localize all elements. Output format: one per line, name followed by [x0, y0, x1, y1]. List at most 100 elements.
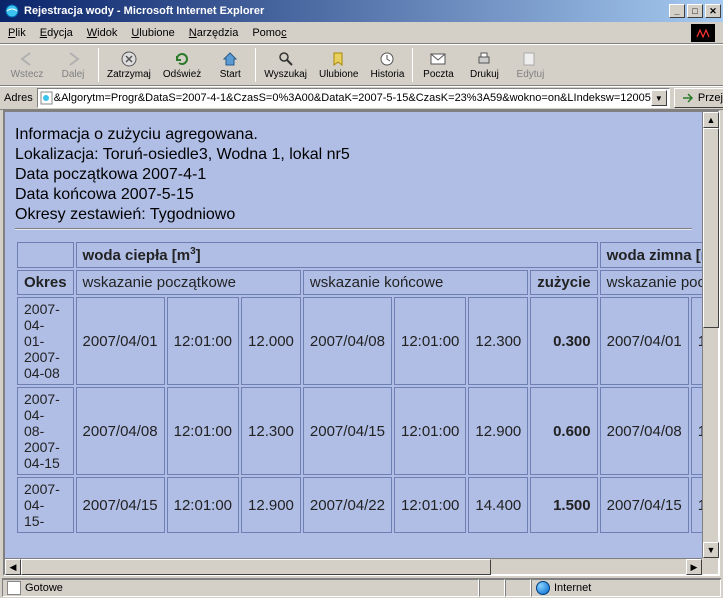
- favorites-button[interactable]: Ulubione: [313, 45, 364, 85]
- menu-plik[interactable]: Plik: [8, 27, 26, 39]
- menu-narzedzia[interactable]: Narzędzia: [189, 27, 239, 39]
- cell: 12:01:00: [167, 297, 239, 385]
- go-icon: [681, 91, 695, 105]
- mail-button[interactable]: Poczta: [415, 45, 461, 85]
- refresh-button[interactable]: Odśwież: [157, 45, 207, 85]
- toolbar-separator: [412, 48, 413, 82]
- info-end-date: Data końcowa 2007-5-15: [15, 186, 692, 204]
- cell: 12.900: [241, 477, 301, 533]
- cell: 2007/04/22: [303, 477, 392, 533]
- print-button[interactable]: Drukuj: [461, 45, 507, 85]
- cell: 12:01:00: [394, 477, 466, 533]
- table-row: 2007-04-15-2007/04/15 12:01:00 12.9002007/…: [17, 477, 702, 533]
- status-pane: [479, 579, 505, 597]
- address-label: Adres: [4, 92, 33, 104]
- maximize-button[interactable]: □: [687, 4, 703, 18]
- toolbar-separator: [255, 48, 256, 82]
- header-empty: [17, 242, 74, 268]
- refresh-label: Odśwież: [163, 69, 201, 80]
- header-wpocz2: wskazanie początkow: [600, 270, 702, 295]
- menu-ulubione[interactable]: Ulubione: [131, 27, 174, 39]
- cell: 12.300: [468, 297, 528, 385]
- address-bar: Adres &Algorytm=Progr&DataS=2007-4-1&Cza…: [0, 86, 723, 110]
- info-period: Okresy zestawień: Tygodniowo: [15, 206, 692, 224]
- header-wkon: wskazanie końcowe: [303, 270, 528, 295]
- scroll-up-button[interactable]: ▲: [703, 112, 719, 128]
- home-label: Start: [220, 69, 241, 80]
- refresh-icon: [174, 50, 190, 68]
- divider: [15, 228, 692, 230]
- page-icon: [40, 91, 54, 105]
- cell: 12.300: [241, 387, 301, 475]
- table-header-row-1: woda ciepła [m3] woda zimna [m3]: [17, 242, 702, 268]
- cell: 12.000: [241, 297, 301, 385]
- data-table: woda ciepła [m3] woda zimna [m3] Okres w…: [15, 240, 702, 535]
- cell-usage: 0.300: [530, 297, 597, 385]
- scroll-right-button[interactable]: ▶: [686, 559, 702, 575]
- menu-widok[interactable]: Widok: [87, 27, 118, 39]
- scroll-thumb-h[interactable]: [21, 559, 491, 575]
- home-button[interactable]: Start: [207, 45, 253, 85]
- menubar: Plik Edycja Widok Ulubione Narzędzia Pom…: [0, 22, 723, 44]
- print-label: Drukuj: [470, 69, 499, 80]
- header-zimna: woda zimna [m3]: [600, 242, 702, 268]
- cell: 12:01:00: [691, 297, 702, 385]
- cell: 12:01:00: [167, 387, 239, 475]
- table-row: 2007-04-01-2007-04-082007/04/0112:01:001…: [17, 297, 702, 385]
- cell: 2007/04/08: [600, 387, 689, 475]
- search-label: Wyszukaj: [264, 69, 307, 80]
- window-title: Rejestracja wody - Microsoft Internet Ex…: [24, 5, 264, 17]
- history-button[interactable]: Historia: [364, 45, 410, 85]
- scroll-thumb-v[interactable]: [703, 128, 719, 328]
- status-ready: Gotowe: [2, 579, 479, 597]
- cell-period: 2007-04-15-: [17, 477, 74, 533]
- header-zuzycie: zużycie: [530, 270, 597, 295]
- close-button[interactable]: ✕: [705, 4, 721, 18]
- ie-icon: [4, 3, 20, 19]
- vertical-scrollbar[interactable]: ▲ ▼: [702, 112, 718, 558]
- table-header-row-2: Okres wskazanie początkowe wskazanie koń…: [17, 270, 702, 295]
- back-button[interactable]: Wstecz: [4, 45, 50, 85]
- info-block: Informacja o zużyciu agregowana. Lokaliz…: [15, 126, 692, 224]
- doc-icon: [7, 581, 21, 595]
- status-ready-text: Gotowe: [25, 582, 63, 594]
- cell: 2007/04/15: [76, 477, 165, 533]
- go-button[interactable]: Przejdź: [674, 88, 723, 108]
- forward-arrow-icon: [64, 50, 82, 68]
- status-zone-text: Internet: [554, 582, 591, 594]
- cell: 12:01:00: [394, 297, 466, 385]
- address-input[interactable]: &Algorytm=Progr&DataS=2007-4-1&CzasS=0%3…: [37, 88, 670, 108]
- forward-button[interactable]: Dalej: [50, 45, 96, 85]
- statusbar: Gotowe Internet: [2, 578, 721, 598]
- cell: 2007/04/08: [76, 387, 165, 475]
- address-dropdown-button[interactable]: ▼: [651, 90, 667, 106]
- toolbar: Wstecz Dalej Zatrzymaj Odśwież Start Wys…: [0, 44, 723, 86]
- back-label: Wstecz: [11, 69, 44, 80]
- cell: 2007/04/15: [303, 387, 392, 475]
- cell: 2007/04/01: [600, 297, 689, 385]
- menu-pomoc[interactable]: Pomoc: [252, 27, 286, 39]
- edit-button[interactable]: Edytuj: [507, 45, 553, 85]
- address-text: &Algorytm=Progr&DataS=2007-4-1&CzasS=0%3…: [54, 92, 651, 104]
- cell: 12.900: [468, 387, 528, 475]
- stop-button[interactable]: Zatrzymaj: [101, 45, 157, 85]
- cell-period: 2007-04-01-2007-04-08: [17, 297, 74, 385]
- cell-usage: 0.600: [530, 387, 597, 475]
- menu-edycja[interactable]: Edycja: [40, 27, 73, 39]
- table-row: 2007-04-08-2007-04-152007/04/0812:01:001…: [17, 387, 702, 475]
- cell: 14.400: [468, 477, 528, 533]
- horizontal-scrollbar[interactable]: ◀ ▶: [5, 558, 702, 574]
- minimize-button[interactable]: _: [669, 4, 685, 18]
- mail-icon: [430, 50, 446, 68]
- home-icon: [222, 50, 238, 68]
- header-wpocz: wskazanie początkowe: [76, 270, 301, 295]
- favorites-icon: [331, 50, 347, 68]
- scroll-left-button[interactable]: ◀: [5, 559, 21, 575]
- status-pane: [505, 579, 531, 597]
- cell: 12:01:00: [394, 387, 466, 475]
- favorites-label: Ulubione: [319, 69, 358, 80]
- info-title: Informacja o zużyciu agregowana.: [15, 126, 692, 144]
- history-icon: [379, 50, 395, 68]
- search-button[interactable]: Wyszukaj: [258, 45, 313, 85]
- scroll-down-button[interactable]: ▼: [703, 542, 719, 558]
